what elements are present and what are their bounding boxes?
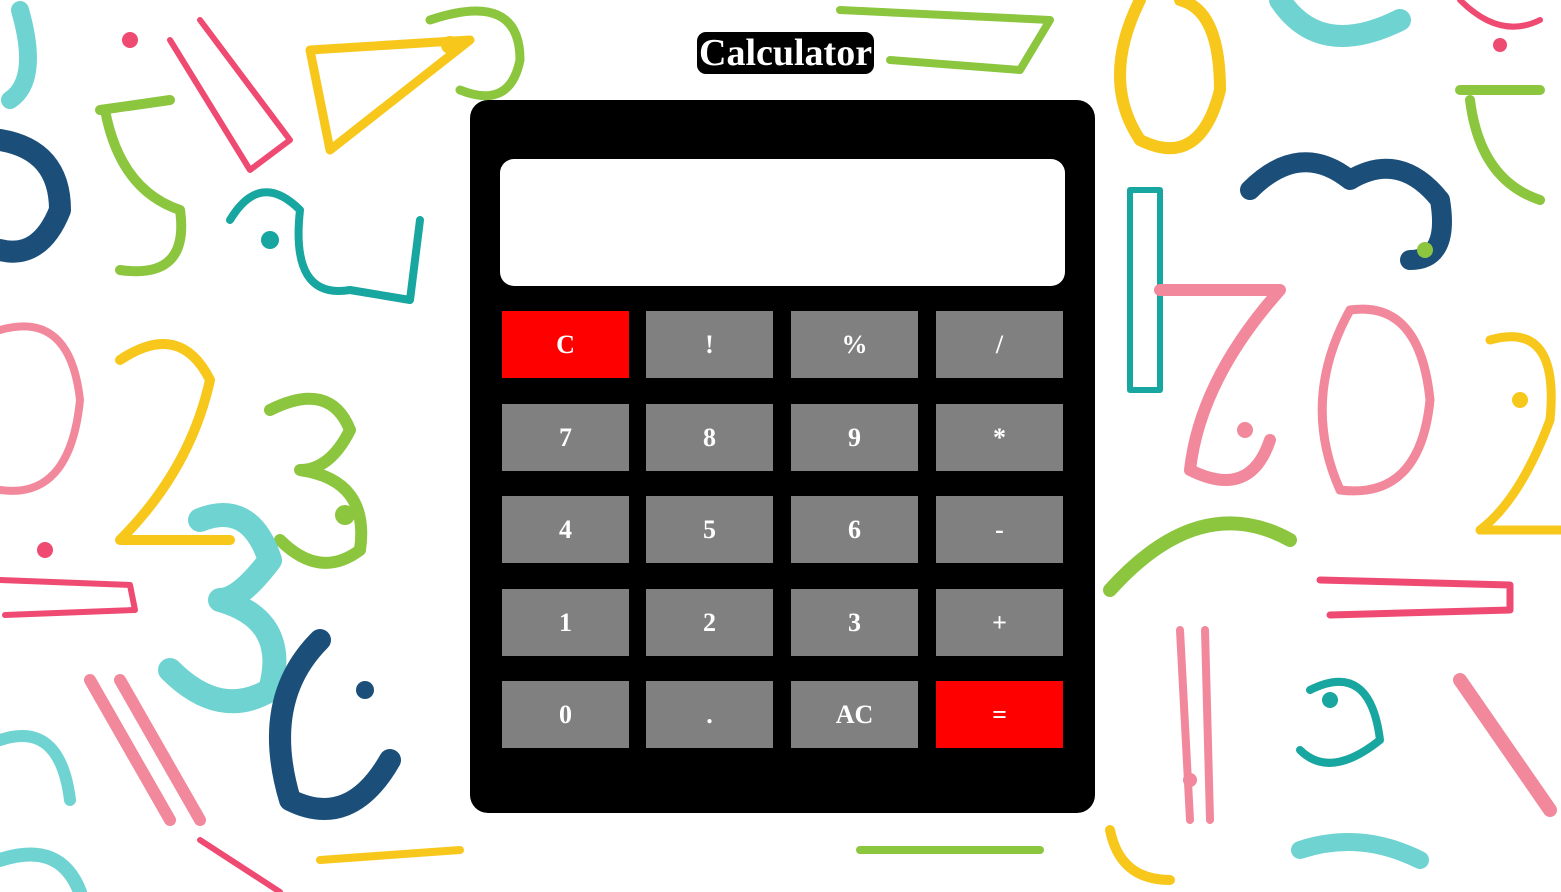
clear-button[interactable]: C [502, 311, 629, 378]
page-title: Calculator [697, 32, 875, 74]
subtract-button[interactable]: - [936, 496, 1063, 563]
divide-button[interactable]: / [936, 311, 1063, 378]
factorial-button[interactable]: ! [646, 311, 773, 378]
digit-1-button[interactable]: 1 [502, 589, 629, 656]
digit-4-button[interactable]: 4 [502, 496, 629, 563]
add-button[interactable]: + [936, 589, 1063, 656]
digit-9-button[interactable]: 9 [791, 404, 918, 471]
digit-7-button[interactable]: 7 [502, 404, 629, 471]
digit-3-button[interactable]: 3 [791, 589, 918, 656]
all-clear-button[interactable]: AC [791, 681, 918, 748]
digit-5-button[interactable]: 5 [646, 496, 773, 563]
calculator-body: C ! % / 7 8 9 * 4 5 6 - 1 2 3 + 0 . AC = [470, 100, 1095, 813]
equals-button[interactable]: = [936, 681, 1063, 748]
decimal-point-button[interactable]: . [646, 681, 773, 748]
multiply-button[interactable]: * [936, 404, 1063, 471]
digit-0-button[interactable]: 0 [502, 681, 629, 748]
percent-button[interactable]: % [791, 311, 918, 378]
digit-8-button[interactable]: 8 [646, 404, 773, 471]
calculator-display[interactable] [500, 159, 1065, 286]
digit-2-button[interactable]: 2 [646, 589, 773, 656]
digit-6-button[interactable]: 6 [791, 496, 918, 563]
